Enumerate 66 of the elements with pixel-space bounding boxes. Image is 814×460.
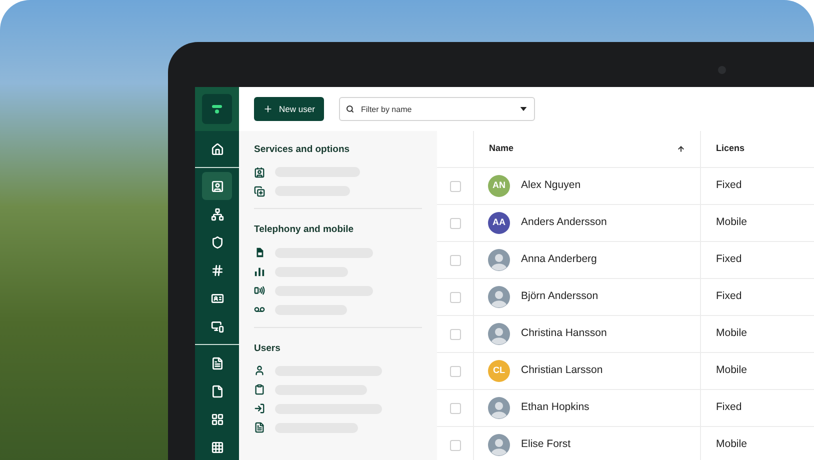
user-icon [254, 365, 265, 376]
org-chart-icon [210, 208, 224, 220]
section-title: Telephony and mobile [254, 223, 355, 238]
user-name: Anna Anderberg [521, 252, 597, 268]
contact-icon [210, 180, 224, 192]
hash-icon [210, 264, 224, 276]
avatar: AA [488, 212, 510, 234]
invoice-icon [210, 356, 224, 370]
user-name: Elise Forst [521, 437, 571, 452]
license-type: Mobile [716, 215, 747, 230]
column-header[interactable]: Name [489, 142, 514, 156]
row-checkbox[interactable] [450, 254, 460, 266]
row-checkbox[interactable] [450, 180, 460, 192]
logo-icon [202, 94, 232, 124]
filter-field[interactable]: Filter by name [339, 97, 535, 121]
avatar-photo-placeholder [488, 286, 510, 308]
devices-icon [210, 320, 224, 332]
user-name: Björn Andersson [521, 289, 598, 304]
search-icon [346, 105, 354, 113]
document-icon [254, 422, 265, 434]
row-checkbox[interactable] [450, 328, 460, 340]
clipboard-icon [254, 384, 265, 396]
dropdown-caret-icon [520, 107, 527, 111]
avatar-photo-placeholder [488, 249, 510, 271]
shield-icon [210, 236, 224, 248]
user-name: Ethan Hopkins [521, 400, 590, 416]
user-name: Christina Hansson [521, 326, 607, 342]
phone-icon [254, 285, 265, 296]
contact-card-icon [254, 166, 265, 178]
plus-icon [263, 104, 274, 114]
voicemail-icon [254, 304, 265, 315]
home-icon [210, 142, 224, 156]
avatar-photo-placeholder [488, 434, 510, 456]
avatar: AN [488, 175, 510, 197]
avatar-photo-placeholder [488, 323, 510, 345]
license-type: Mobile [716, 326, 747, 342]
license-type: Fixed [716, 289, 742, 304]
avatar: CL [488, 360, 510, 382]
nav-item[interactable] [202, 172, 232, 200]
license-type: Mobile [716, 363, 747, 378]
apps-grid-icon [210, 440, 224, 454]
id-card-icon [210, 292, 224, 304]
license-type: Fixed [716, 178, 742, 194]
user-name: Alex Nguyen [521, 178, 581, 194]
row-checkbox[interactable] [450, 218, 460, 228]
user-name: Anders Andersson [521, 215, 607, 230]
sim-card-icon [254, 247, 265, 258]
license-type: Fixed [716, 252, 742, 268]
section-title: Services and options [254, 143, 351, 157]
license-type: Mobile [716, 437, 747, 452]
license-type: Fixed [716, 400, 742, 416]
row-checkbox[interactable] [450, 440, 460, 450]
add-copy-icon [254, 186, 265, 197]
sort-arrow-icon[interactable] [677, 145, 685, 153]
new-user-button[interactable]: New user [254, 97, 324, 121]
widgets-icon [210, 412, 224, 426]
section-title: Users [254, 342, 282, 356]
row-checkbox[interactable] [450, 366, 460, 376]
bar-chart-icon [254, 266, 265, 277]
user-name: Christian Larsson [521, 363, 603, 378]
row-checkbox[interactable] [450, 292, 460, 302]
document-icon [210, 384, 224, 398]
column-header[interactable]: Licens [716, 142, 745, 156]
row-checkbox[interactable] [450, 402, 460, 414]
avatar-photo-placeholder [488, 397, 510, 419]
login-icon [254, 403, 265, 414]
